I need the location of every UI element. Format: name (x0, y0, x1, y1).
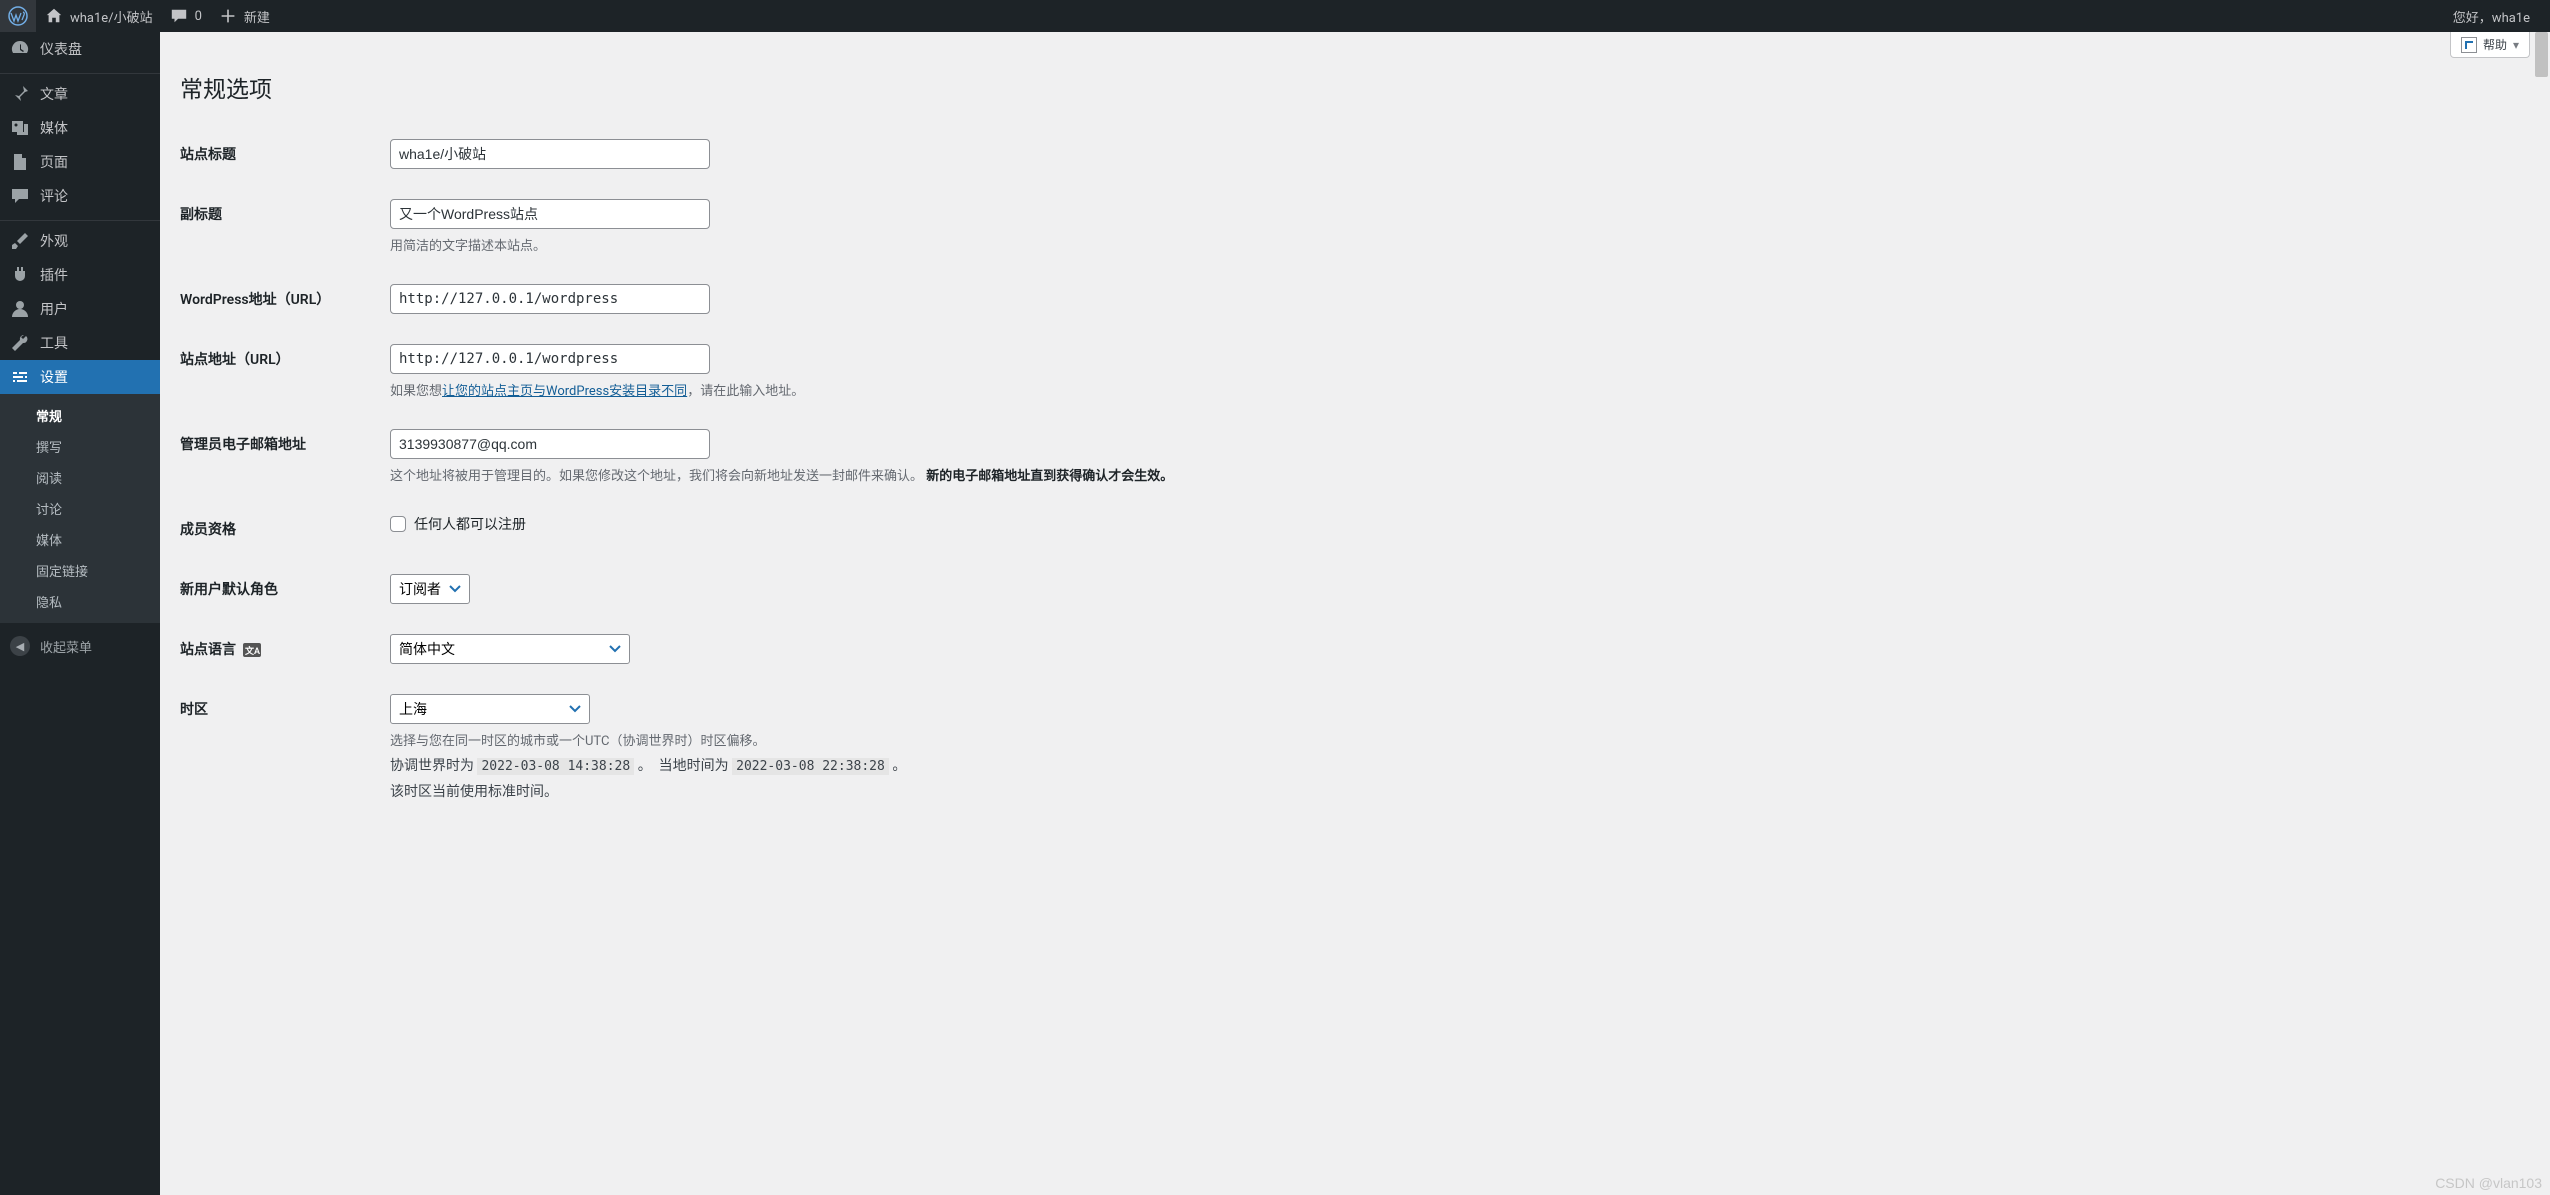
tagline-label: 副标题 (180, 184, 380, 269)
sidebar-item-appearance[interactable]: 外观 (0, 224, 160, 258)
pin-icon (10, 84, 30, 104)
sidebar-item-users[interactable]: 用户 (0, 292, 160, 326)
translate-icon: 文A (243, 643, 261, 657)
siteurl-help-link[interactable]: 让您的站点主页与WordPress安装目录不同 (442, 384, 687, 399)
sidebar-item-label: 用户 (40, 299, 68, 319)
comment-icon (10, 186, 30, 206)
site-title-label: 站点标题 (180, 124, 380, 184)
site-language-label: 站点语言 文A (180, 619, 380, 679)
site-language-select[interactable]: 简体中文 (390, 634, 630, 664)
sidebar-item-label: 设置 (40, 367, 68, 387)
sidebar-item-label: 仪表盘 (40, 39, 82, 59)
collapse-menu-button[interactable]: ◀ 收起菜单 (0, 629, 160, 663)
default-role-select[interactable]: 订阅者 (390, 574, 470, 604)
siteurl-label: 站点地址（URL） (180, 329, 380, 414)
image-placeholder-icon (2461, 37, 2477, 53)
my-account-link[interactable]: 您好，wha1e (2445, 0, 2538, 32)
sub-item-general[interactable]: 常规 (0, 400, 160, 431)
wpurl-input[interactable] (390, 284, 710, 314)
timezone-select[interactable]: 上海 (390, 694, 590, 724)
help-label: 帮助 (2483, 36, 2507, 53)
sliders-icon (10, 367, 30, 387)
admin-email-label: 管理员电子邮箱地址 (180, 414, 380, 499)
tagline-input[interactable] (390, 199, 710, 229)
site-name-text: wha1e/小破站 (70, 7, 153, 26)
local-time: 2022-03-08 22:38:28 (732, 758, 889, 775)
media-icon (10, 118, 30, 138)
timezone-info: 协调世界时为 2022-03-08 14:38:28 。 当地时间为 2022-… (390, 755, 1173, 775)
membership-checkbox[interactable] (390, 516, 406, 532)
scroll-thumb[interactable] (2535, 32, 2548, 77)
collapse-icon: ◀ (10, 636, 30, 656)
content-area: 帮助 ▾ 常规选项 站点标题 副标题 用简洁的文字描述本站点。 WordPres… (160, 32, 2550, 1195)
howdy-text: 您好，wha1e (2453, 7, 2530, 26)
sub-item-discussion[interactable]: 讨论 (0, 493, 160, 524)
site-name-link[interactable]: wha1e/小破站 (36, 0, 161, 32)
sub-item-privacy[interactable]: 隐私 (0, 586, 160, 617)
wpurl-label: WordPress地址（URL） (180, 269, 380, 329)
sidebar-item-label: 工具 (40, 333, 68, 353)
sidebar-item-settings[interactable]: 设置 (0, 360, 160, 394)
siteurl-description: 如果您想让您的站点主页与WordPress安装目录不同，请在此输入地址。 (390, 380, 1173, 399)
admin-sidebar: 仪表盘 文章 媒体 页面 评论 外观 插件 用户 工具 设置 常规 撰写 阅读 (0, 32, 160, 1195)
settings-form: 站点标题 副标题 用简洁的文字描述本站点。 WordPress地址（URL） 站… (180, 124, 1183, 816)
help-tab-button[interactable]: 帮助 ▾ (2450, 32, 2530, 58)
window-scrollbar[interactable] (2533, 0, 2550, 1195)
sub-item-reading[interactable]: 阅读 (0, 462, 160, 493)
sidebar-item-posts[interactable]: 文章 (0, 77, 160, 111)
admin-email-description: 这个地址将被用于管理目的。如果您修改这个地址，我们将会向新地址发送一封邮件来确认… (390, 465, 1173, 484)
tagline-description: 用简洁的文字描述本站点。 (390, 235, 1173, 254)
default-role-label: 新用户默认角色 (180, 559, 380, 619)
wordpress-icon (8, 6, 28, 26)
settings-submenu: 常规 撰写 阅读 讨论 媒体 固定链接 隐私 (0, 394, 160, 623)
sub-item-permalinks[interactable]: 固定链接 (0, 555, 160, 586)
user-icon (10, 299, 30, 319)
page-icon (10, 152, 30, 172)
page-title: 常规选项 (180, 42, 2530, 124)
wrench-icon (10, 333, 30, 353)
admin-email-input[interactable] (390, 429, 710, 459)
comments-count: 0 (195, 9, 202, 24)
menu-separator (0, 216, 160, 221)
wp-logo-menu[interactable] (0, 0, 36, 32)
sidebar-item-dashboard[interactable]: 仪表盘 (0, 32, 160, 66)
plus-icon (218, 6, 238, 26)
collapse-label: 收起菜单 (40, 637, 92, 656)
menu-separator (0, 69, 160, 74)
siteurl-input[interactable] (390, 344, 710, 374)
comments-link[interactable]: 0 (161, 0, 210, 32)
sidebar-item-label: 插件 (40, 265, 68, 285)
sidebar-item-media[interactable]: 媒体 (0, 111, 160, 145)
membership-check-label[interactable]: 任何人都可以注册 (390, 514, 1173, 534)
home-icon (44, 6, 64, 26)
comment-icon (169, 6, 189, 26)
new-label: 新建 (244, 7, 270, 26)
timezone-std-info: 该时区当前使用标准时间。 (390, 781, 1173, 801)
sidebar-item-label: 页面 (40, 152, 68, 172)
new-content-link[interactable]: 新建 (210, 0, 278, 32)
sidebar-item-comments[interactable]: 评论 (0, 179, 160, 213)
sidebar-item-label: 外观 (40, 231, 68, 251)
sidebar-item-tools[interactable]: 工具 (0, 326, 160, 360)
chevron-down-icon: ▾ (2513, 38, 2519, 52)
plug-icon (10, 265, 30, 285)
dashboard-icon (10, 39, 30, 59)
membership-label: 成员资格 (180, 499, 380, 559)
sidebar-item-label: 媒体 (40, 118, 68, 138)
brush-icon (10, 231, 30, 251)
sidebar-item-label: 评论 (40, 186, 68, 206)
watermark-text: CSDN @vlan103 (2435, 1175, 2542, 1191)
sub-item-writing[interactable]: 撰写 (0, 431, 160, 462)
sidebar-item-plugins[interactable]: 插件 (0, 258, 160, 292)
timezone-description: 选择与您在同一时区的城市或一个UTC（协调世界时）时区偏移。 (390, 730, 1173, 749)
timezone-label: 时区 (180, 679, 380, 816)
sidebar-item-label: 文章 (40, 84, 68, 104)
sidebar-item-pages[interactable]: 页面 (0, 145, 160, 179)
utc-time: 2022-03-08 14:38:28 (477, 758, 634, 775)
admin-toolbar: wha1e/小破站 0 新建 您好，wha1e (0, 0, 2550, 32)
site-title-input[interactable] (390, 139, 710, 169)
sub-item-media[interactable]: 媒体 (0, 524, 160, 555)
